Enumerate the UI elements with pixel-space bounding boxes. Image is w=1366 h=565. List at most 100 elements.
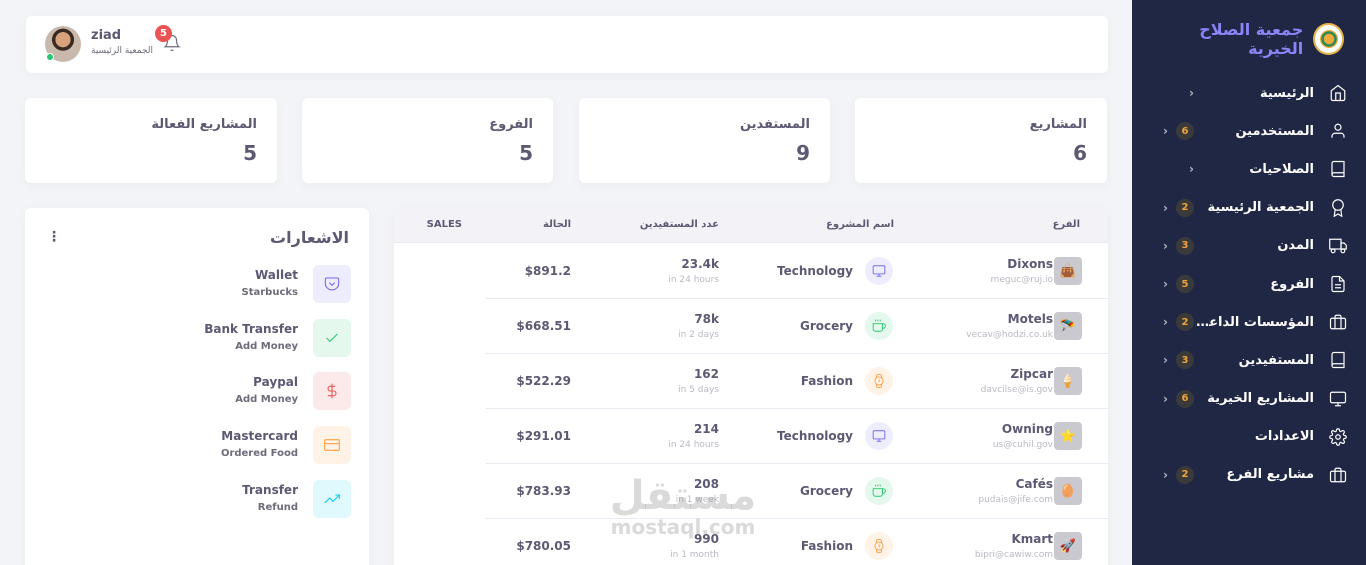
chevron-left-icon: ‹ <box>1163 467 1168 482</box>
chevron-left-icon: ‹ <box>1163 124 1168 139</box>
project-name: Grocery <box>799 484 853 498</box>
top-navbar: ziad الجمعية الرئيسية 5 <box>26 16 1108 73</box>
header-beneficiaries: عدد المستفيدين <box>639 219 719 230</box>
notification-item[interactable]: Bank Transfer Add Money <box>51 319 351 359</box>
beneficiaries-count: 23.4k <box>681 257 719 271</box>
stat-card-projects: المشاريع 6 <box>855 98 1107 183</box>
project-name: Technology <box>777 429 853 443</box>
notification-title: Transfer <box>242 483 298 497</box>
notification-item[interactable]: Mastercard Ordered Food <box>51 426 351 466</box>
user-role: الجمعية الرئيسية <box>91 46 153 56</box>
branch-thumbnail: 🚀 <box>1054 532 1082 560</box>
sidebar-nav: الرئيسية ‹ المستخدمين 6 ‹ الصلاحيات ‹ الجمعية ا… <box>1132 74 1366 494</box>
chevron-left-icon: ‹ <box>1163 353 1168 368</box>
stat-value: 5 <box>243 141 257 165</box>
sidebar-item-label: المشاريع الخيرية <box>1207 391 1314 407</box>
stat-title: المستفدين <box>739 117 810 132</box>
sidebar-item-badge: 6 <box>1176 122 1194 141</box>
beneficiaries-count: 78k <box>694 312 719 326</box>
sidebar-item-10[interactable]: الاعدادات <box>1132 418 1366 456</box>
sidebar-item-4[interactable]: الجمعية الرئيسية 2 ‹ <box>1132 189 1366 227</box>
monitor-icon <box>865 257 893 285</box>
sidebar-item-badge: 3 <box>1176 236 1194 255</box>
file-icon <box>1328 274 1348 294</box>
user-name: ziad <box>91 28 122 43</box>
stat-title: الفروع <box>489 117 533 132</box>
sidebar-item-11[interactable]: مشاريع الفرع 2 ‹ <box>1132 456 1366 494</box>
sidebar-item-badge: 5 <box>1176 275 1194 294</box>
book-icon <box>1328 350 1348 370</box>
coffee-icon <box>865 477 893 505</box>
branch-thumbnail: 🥚 <box>1054 477 1082 505</box>
branch-thumbnail: 🪂 <box>1054 312 1082 340</box>
stat-value: 6 <box>1073 141 1087 165</box>
stat-value: 9 <box>796 141 810 165</box>
beneficiaries-time: in 1 month <box>670 550 719 560</box>
avatar[interactable] <box>45 26 81 62</box>
chevron-left-icon: ‹ <box>1189 162 1194 177</box>
sidebar-item-3[interactable]: الصلاحيات ‹ <box>1132 150 1366 188</box>
sidebar-item-badge: 2 <box>1176 198 1194 217</box>
table-row[interactable]: 👜 Dixons meguc@ruj.io Technology 23.4k in 24 … <box>394 244 1108 299</box>
notification-subtitle: Refund <box>257 502 298 513</box>
sidebar-item-2[interactable]: المستخدمين 6 ‹ <box>1132 112 1366 150</box>
row-divider <box>486 464 1108 519</box>
notification-item[interactable]: Transfer Refund <box>51 480 351 520</box>
row-divider <box>486 299 1108 354</box>
sidebar-item-label: المؤسسات الداعمة <box>1194 314 1314 330</box>
online-status-dot <box>46 53 54 61</box>
branch-name: Motels <box>1007 312 1053 326</box>
notification-subtitle: Add Money <box>235 341 298 352</box>
chevron-left-icon: ‹ <box>1163 277 1168 292</box>
watch-icon <box>865 532 893 560</box>
sidebar-item-5[interactable]: المدن 3 ‹ <box>1132 227 1366 265</box>
branch-email: vecav@hodzi.co.uk <box>966 330 1053 340</box>
project-name: Fashion <box>800 539 853 553</box>
branch-name: Kmart <box>1011 532 1053 546</box>
sidebar-item-label: الرئيسية <box>1259 85 1314 101</box>
table-row[interactable]: 🍦 Zipcar davcilse@is.gov Fashion 162 in 5 day… <box>394 354 1108 409</box>
status-value: $783.93 <box>516 484 571 498</box>
sidebar-item-label: المدن <box>1277 238 1314 254</box>
notification-item[interactable]: Wallet Starbucks <box>51 265 351 305</box>
sidebar-item-8[interactable]: المستفيدين 3 ‹ <box>1132 341 1366 379</box>
table-row[interactable]: 🚀 Kmart bipri@cawiw.com Fashion 990 in 1 mont… <box>394 519 1108 565</box>
pocket-icon <box>313 265 351 303</box>
briefcase-icon <box>1328 465 1348 485</box>
table-row[interactable]: ⭐ Owning us@cuhil.gov Technology 214 in 24 ho… <box>394 409 1108 464</box>
branch-name: Cafés <box>1015 477 1053 491</box>
branch-email: bipri@cawiw.com <box>974 550 1053 560</box>
notifications-title: الاشعارات <box>270 228 349 247</box>
stat-title: المشاريع الفعالة <box>151 117 257 132</box>
dollar-icon <box>313 372 351 410</box>
chevron-left-icon: ‹ <box>1163 391 1168 406</box>
home-icon <box>1328 83 1348 103</box>
check-icon <box>313 319 351 357</box>
notification-item[interactable]: Paypal Add Money <box>51 372 351 412</box>
notification-subtitle: Ordered Food <box>220 448 298 459</box>
beneficiaries-time: in 2 days <box>678 330 719 340</box>
coffee-icon <box>865 312 893 340</box>
sidebar-item-1[interactable]: الرئيسية ‹ <box>1132 74 1366 112</box>
stat-card-beneficiaries: المستفدين 9 <box>579 98 830 183</box>
header-sales: SALES <box>426 219 462 230</box>
stat-card-active-projects: المشاريع الفعالة 5 <box>25 98 277 183</box>
sidebar-item-label: المستفيدين <box>1238 352 1314 368</box>
header-status: الحالة <box>543 219 571 230</box>
status-value: $291.01 <box>516 429 571 443</box>
sidebar-item-label: مشاريع الفرع <box>1226 467 1314 483</box>
project-name: Fashion <box>800 374 853 388</box>
more-vertical-icon[interactable]: ⋮ <box>47 230 61 244</box>
truck-icon <box>1328 236 1348 256</box>
table-row[interactable]: 🥚 Cafés pudais@jife.com Grocery 208 in 1 week… <box>394 464 1108 519</box>
beneficiaries-count: 208 <box>693 477 719 491</box>
brand[interactable]: جمعية الصلاح الخيرية <box>1132 0 1366 72</box>
table-row[interactable]: 🪂 Motels vecav@hodzi.co.uk Grocery 78k in 2 d… <box>394 299 1108 354</box>
sidebar: جمعية الصلاح الخيرية الرئيسية ‹ المستخدمين… <box>1132 0 1366 565</box>
status-value: $522.29 <box>516 374 571 388</box>
sidebar-item-7[interactable]: المؤسسات الداعمة 2 ‹ <box>1132 303 1366 341</box>
row-divider <box>486 354 1108 409</box>
sidebar-item-6[interactable]: الفروع 5 ‹ <box>1132 265 1366 303</box>
sidebar-item-9[interactable]: المشاريع الخيرية 6 ‹ <box>1132 380 1366 418</box>
status-value: $668.51 <box>516 319 571 333</box>
